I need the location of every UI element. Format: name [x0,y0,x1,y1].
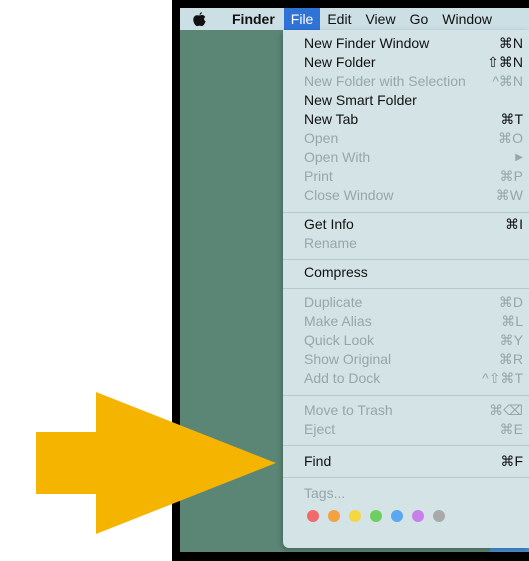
menu-item-quick-look: Quick Look ⌘Y [304,332,523,348]
shortcut-label: ⌘N [498,35,523,51]
menu-item-close-window: Close Window ⌘W [304,187,523,203]
menu-item-eject: Eject ⌘E [304,421,523,437]
submenu-arrow-icon: ▶ [515,152,523,163]
menu-edit[interactable]: Edit [320,8,358,30]
shortcut-label: ⌘⌫ [489,402,523,418]
shortcut-label: ⌘E [499,421,523,437]
menu-item-get-info[interactable]: Get Info ⌘I [283,215,529,234]
menu-finder[interactable]: Finder [232,8,284,30]
shortcut-label: ⌘F [500,453,523,469]
shortcut-label: ⌘D [498,294,523,310]
menu-item-new-finder-window[interactable]: New Finder Window ⌘N [283,34,529,53]
menu-view[interactable]: View [358,8,402,30]
menu-item-compress[interactable]: Compress [283,263,529,282]
shortcut-label: ⌘Y [499,332,523,348]
shortcut-label: ⌘O [498,130,523,146]
menu-item-print: Print ⌘P [304,168,523,184]
shortcut-label: ⌘L [501,313,523,329]
tag-orange-dot[interactable] [328,510,340,522]
shortcut-label: ⇧⌘N [487,54,523,70]
menu-item-open: Open ⌘O [304,130,523,146]
menu-item-new-tab[interactable]: New Tab ⌘T [283,110,529,129]
apple-icon[interactable] [192,11,206,27]
shortcut-label: ⌘R [498,351,523,367]
menu-item-move-to-trash: Move to Trash ⌘⌫ [304,402,523,418]
menu-item-new-folder[interactable]: New Folder ⇧⌘N [283,53,529,72]
menu-separator [283,259,529,260]
menu-item-find[interactable]: Find ⌘F [283,452,529,471]
shortcut-label: ⌘W [495,187,523,203]
menu-item-new-smart-folder[interactable]: New Smart Folder [283,91,529,110]
menu-separator [283,477,529,478]
right-arrow-icon [36,392,276,534]
shortcut-label: ⌘T [500,111,523,127]
tag-blue-dot[interactable] [391,510,403,522]
menu-file[interactable]: File [283,8,321,30]
tag-color-row [307,510,454,523]
tag-gray-dot[interactable] [433,510,445,522]
menu-separator [283,288,529,289]
menu-item-add-to-dock: Add to Dock ^⇧⌘T [304,370,523,386]
menu-bar: Finder File Edit View Go Window [180,8,529,30]
menu-item-rename: Rename [304,235,357,251]
menu-separator [283,395,529,396]
shortcut-label: ^⌘N [492,73,523,89]
shortcut-label: ⌘P [499,168,523,184]
menu-go[interactable]: Go [403,8,436,30]
tag-red-dot[interactable] [307,510,319,522]
tag-green-dot[interactable] [370,510,382,522]
shortcut-label: ^⇧⌘T [482,370,523,386]
tag-purple-dot[interactable] [412,510,424,522]
file-menu-dropdown: New Finder Window ⌘N New Folder ⇧⌘N New … [283,30,529,548]
menu-separator [283,212,529,213]
menu-item-show-original: Show Original ⌘R [304,351,523,367]
menu-item-tags: Tags... [304,485,346,501]
menu-item-make-alias: Make Alias ⌘L [304,313,523,329]
tag-yellow-dot[interactable] [349,510,361,522]
shortcut-label: ⌘I [505,216,523,232]
menu-item-duplicate: Duplicate ⌘D [304,294,523,310]
menu-item-open-with: Open With ▶ [304,149,523,165]
menu-item-new-folder-with-selection: New Folder with Selection ^⌘N [304,73,523,89]
menu-window[interactable]: Window [435,8,499,30]
menu-separator [283,445,529,446]
